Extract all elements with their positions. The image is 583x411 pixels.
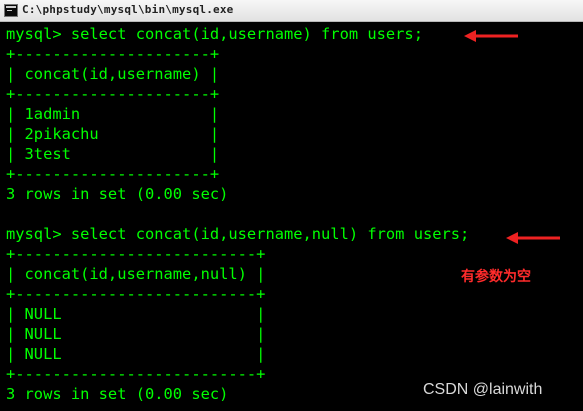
console-line-query-2: mysql> select concat(id,username,null) f… [6, 225, 470, 243]
console-line-border: +---------------------+ [6, 45, 220, 63]
console-line-row: | 1admin | [6, 105, 220, 123]
console-line-row: | NULL | [6, 345, 266, 363]
console-line-border: +---------------------+ [6, 165, 220, 183]
console-line-border: +--------------------------+ [6, 365, 266, 383]
window-titlebar[interactable]: C:\phpstudy\mysql\bin\mysql.exe [0, 0, 583, 22]
console-line-row: | NULL | [6, 325, 266, 343]
console-line-row: | 2pikachu | [6, 125, 220, 143]
console-output[interactable]: mysql> select concat(id,username) from u… [0, 22, 583, 411]
red-arrow-icon [464, 30, 518, 42]
console-line-result: 3 rows in set (0.00 sec) [6, 385, 229, 403]
console-line-border: +--------------------------+ [6, 245, 266, 263]
console-line-header: | concat(id,username,null) | [6, 265, 266, 283]
console-line-border: +---------------------+ [6, 85, 220, 103]
window-title: C:\phpstudy\mysql\bin\mysql.exe [22, 3, 234, 16]
console-line-result: 3 rows in set (0.00 sec) [6, 185, 229, 203]
console-window-icon [4, 4, 18, 17]
console-line-query-1: mysql> select concat(id,username) from u… [6, 25, 423, 43]
console-line-border: +--------------------------+ [6, 285, 266, 303]
console-line-row: | NULL | [6, 305, 266, 323]
console-line-row: | 3test | [6, 145, 220, 163]
console-line-header: | concat(id,username) | [6, 65, 220, 83]
watermark: CSDN @lainwith [423, 381, 543, 398]
red-arrow-icon [506, 232, 560, 244]
annotation-note: 有参数为空 [461, 269, 531, 285]
